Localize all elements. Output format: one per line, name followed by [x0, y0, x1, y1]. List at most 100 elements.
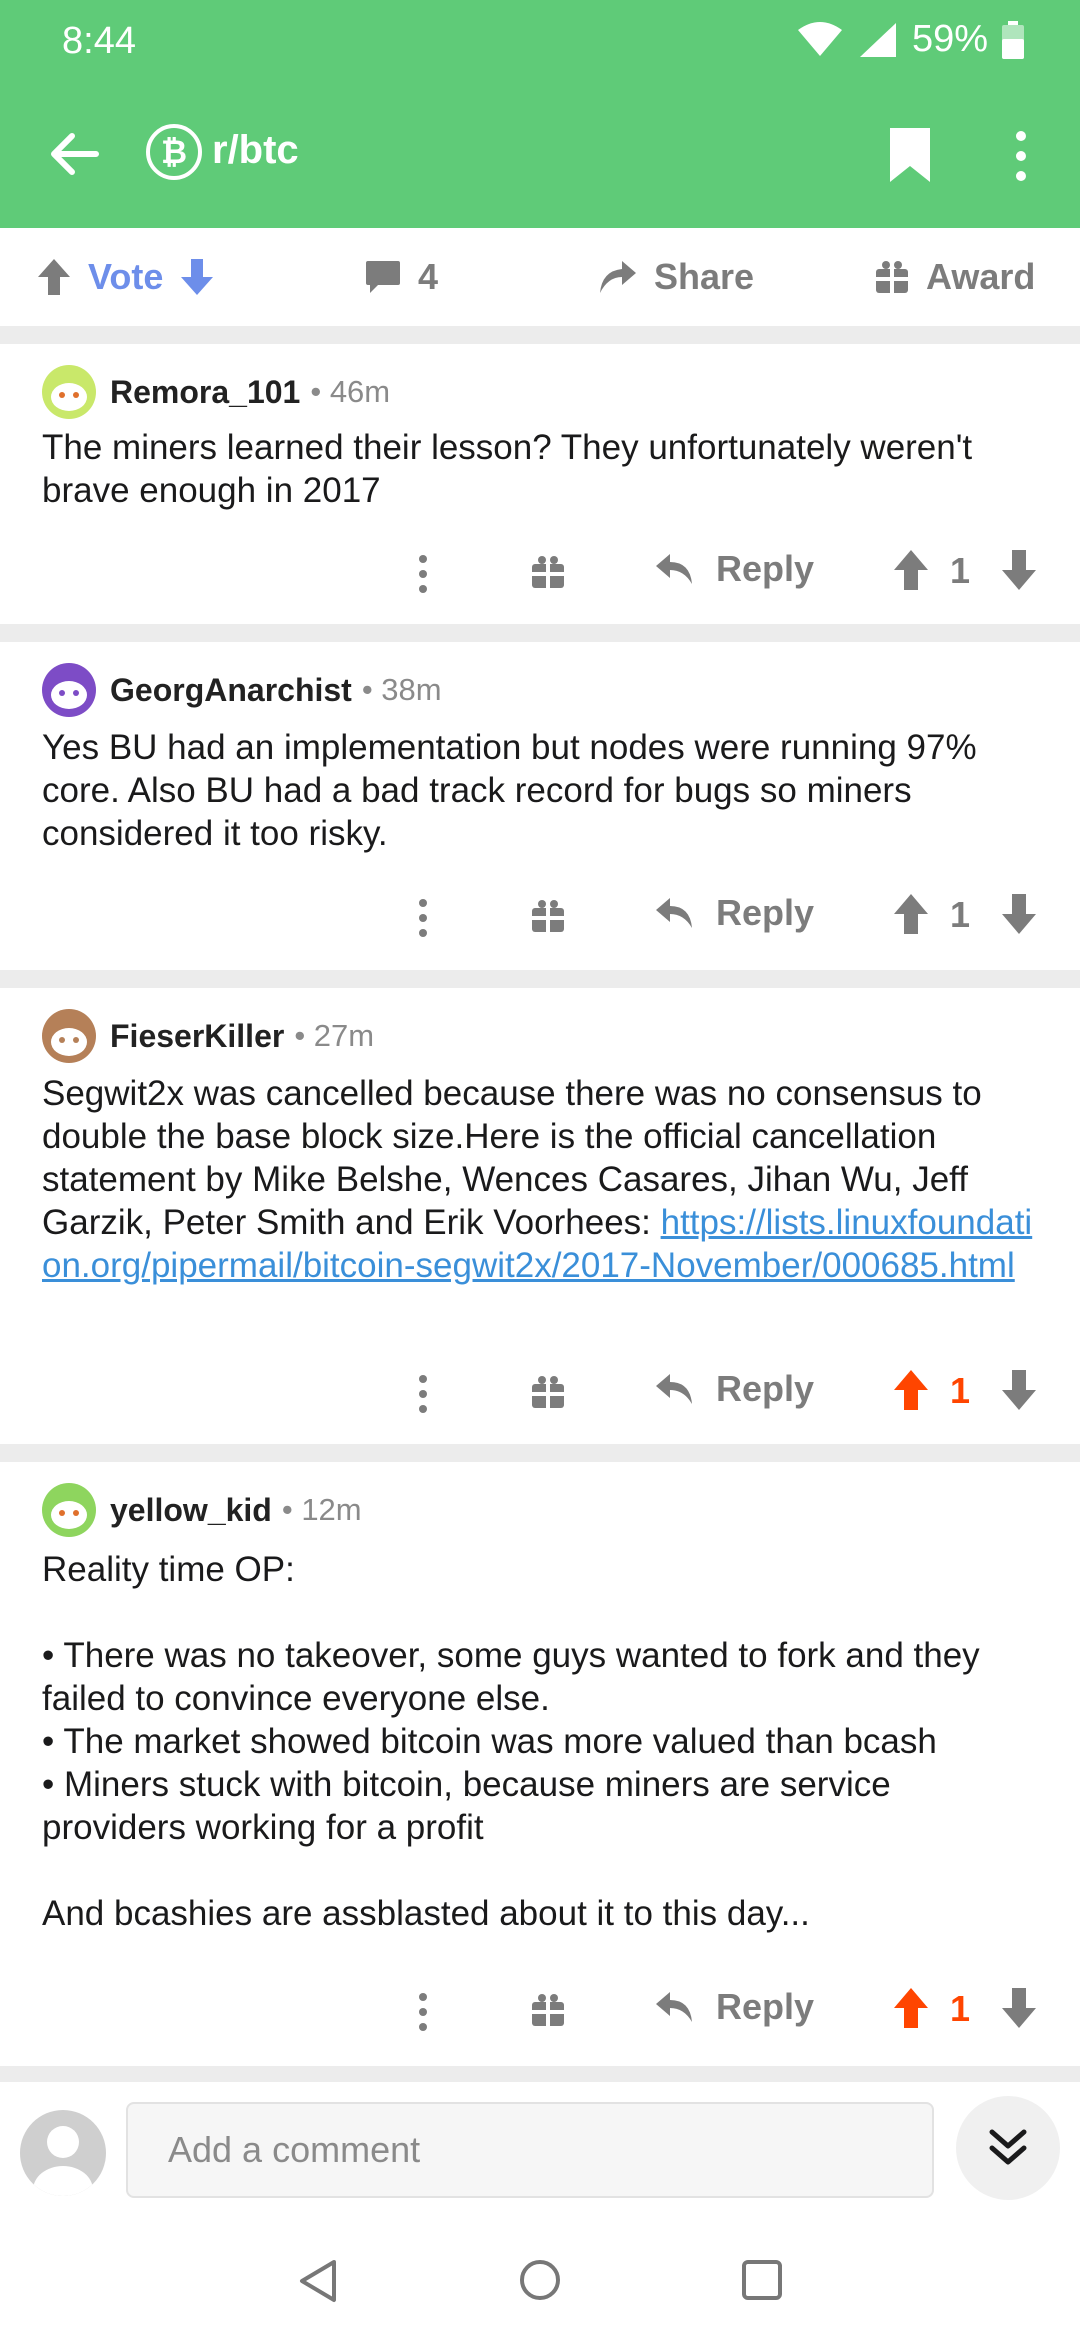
- comment-count: 4: [418, 256, 439, 297]
- back-arrow-icon[interactable]: [46, 126, 102, 182]
- reply-arrow-icon: [656, 1992, 692, 2022]
- gift-icon[interactable]: [530, 1374, 566, 1410]
- comment: GeorgAnarchist • 38m Yes BU had an imple…: [0, 642, 1080, 970]
- downvote-icon[interactable]: [1000, 1368, 1038, 1412]
- status-bar: 8:44 59%: [0, 0, 1080, 80]
- avatar[interactable]: [42, 1483, 96, 1537]
- nav-back-icon[interactable]: [296, 2258, 340, 2304]
- overflow-menu-icon[interactable]: [1006, 128, 1036, 184]
- avatar[interactable]: [42, 663, 96, 717]
- upvote-icon[interactable]: [892, 548, 930, 592]
- comment-body: The miners learned their lesson? They un…: [42, 428, 973, 510]
- comment-author[interactable]: GeorgAnarchist: [110, 672, 352, 709]
- comment-actions: Reply 1: [0, 888, 1080, 948]
- post-vote-group: Vote: [36, 256, 215, 298]
- comment-author[interactable]: FieserKiller: [110, 1018, 284, 1055]
- app-header: 8:44 59% ₿ r/btc: [0, 0, 1080, 228]
- downvote-icon[interactable]: [1000, 892, 1038, 936]
- comment: yellow_kid • 12m Reality time OP: • Ther…: [0, 1462, 1080, 2066]
- more-options-icon[interactable]: [418, 898, 428, 938]
- add-comment-input[interactable]: Add a comment: [126, 2102, 934, 2198]
- downvote-icon[interactable]: [179, 257, 215, 297]
- comments-count-button[interactable]: 4: [364, 256, 438, 298]
- reply-arrow-icon: [656, 554, 692, 584]
- comment: Remora_101 • 46m The miners learned thei…: [0, 344, 1080, 624]
- divider: [0, 2066, 1080, 2082]
- reply-arrow-icon: [656, 1374, 692, 1404]
- upvote-icon[interactable]: [36, 257, 72, 297]
- battery-icon: [1002, 20, 1024, 59]
- share-arrow-icon: [600, 261, 636, 293]
- share-button[interactable]: Share: [598, 256, 754, 298]
- subreddit-icon[interactable]: ₿: [146, 124, 202, 180]
- reply-label: Reply: [716, 1368, 815, 1409]
- reply-label: Reply: [716, 548, 815, 589]
- subreddit-name[interactable]: r/btc: [212, 128, 299, 173]
- nav-recents-icon[interactable]: [740, 2258, 784, 2302]
- award-button[interactable]: Award: [874, 256, 1035, 298]
- comment-actions: Reply 1: [0, 544, 1080, 604]
- status-time: 8:44: [62, 20, 136, 62]
- gift-icon[interactable]: [530, 1992, 566, 2028]
- more-options-icon[interactable]: [418, 1374, 428, 1414]
- share-label: Share: [654, 256, 755, 297]
- system-nav-bar: [0, 2222, 1080, 2340]
- reply-label: Reply: [716, 892, 815, 933]
- vote-label: Vote: [88, 256, 164, 297]
- comment-body: Yes BU had an implementation but nodes w…: [42, 728, 977, 853]
- divider: [0, 624, 1080, 642]
- more-options-icon[interactable]: [418, 554, 428, 594]
- comment-composer: Add a comment: [0, 2082, 1080, 2222]
- post-action-bar: Vote 4 Share Award: [0, 228, 1080, 326]
- award-label: Award: [926, 256, 1036, 297]
- comment-score: 1: [950, 1988, 971, 2029]
- comment-actions: Reply 1: [0, 1364, 1080, 1424]
- nav-home-icon[interactable]: [518, 2258, 562, 2302]
- downvote-icon[interactable]: [1000, 1986, 1038, 2030]
- snoo-avatar-icon: [51, 383, 87, 411]
- upvote-icon[interactable]: [892, 1986, 930, 2030]
- reply-button[interactable]: Reply: [654, 892, 814, 934]
- upvote-icon[interactable]: [892, 892, 930, 936]
- bookmark-icon[interactable]: [886, 126, 934, 184]
- comment-age: • 12m: [281, 1492, 362, 1527]
- divider: [0, 970, 1080, 988]
- comment-author[interactable]: Remora_101: [110, 374, 300, 411]
- jump-to-next-button[interactable]: [956, 2096, 1060, 2200]
- comment: FieserKiller • 27m Segwit2x was cancelle…: [0, 988, 1080, 1444]
- avatar[interactable]: [42, 365, 96, 419]
- comment-score: 1: [950, 550, 971, 591]
- reply-button[interactable]: Reply: [654, 1368, 814, 1410]
- comment-age: • 27m: [294, 1018, 375, 1053]
- comment-age: • 38m: [361, 672, 442, 707]
- avatar[interactable]: [42, 1009, 96, 1063]
- comment-body: Segwit2x was cancelled because there was…: [42, 1074, 1033, 1285]
- reply-label: Reply: [716, 1986, 815, 2027]
- more-options-icon[interactable]: [418, 1992, 428, 2032]
- gift-icon[interactable]: [530, 898, 566, 934]
- user-avatar[interactable]: [20, 2110, 106, 2196]
- comment-body: Reality time OP: • There was no takeover…: [42, 1550, 980, 1933]
- comment-author[interactable]: yellow_kid: [110, 1492, 272, 1529]
- gift-icon[interactable]: [530, 554, 566, 590]
- downvote-icon[interactable]: [1000, 548, 1038, 592]
- snoo-avatar-icon: [51, 1028, 87, 1056]
- comment-age: • 46m: [310, 374, 391, 409]
- reply-button[interactable]: Reply: [654, 1986, 814, 2028]
- divider: [0, 326, 1080, 344]
- signal-icon: [859, 22, 896, 57]
- gift-icon: [876, 261, 908, 293]
- divider: [0, 1444, 1080, 1462]
- comment-bubble-icon: [366, 261, 400, 293]
- user-placeholder-icon: [33, 2126, 93, 2196]
- comment-score: 1: [950, 1370, 971, 1411]
- reply-button[interactable]: Reply: [654, 548, 814, 590]
- wifi-icon: [797, 21, 842, 56]
- snoo-avatar-icon: [51, 681, 87, 709]
- app-bar: ₿ r/btc: [0, 100, 1080, 210]
- double-chevron-down-icon: [989, 2129, 1027, 2165]
- snoo-avatar-icon: [51, 1501, 87, 1529]
- battery-percent: 59%: [911, 18, 988, 60]
- upvote-icon[interactable]: [892, 1368, 930, 1412]
- comment-actions: Reply 1: [0, 1982, 1080, 2042]
